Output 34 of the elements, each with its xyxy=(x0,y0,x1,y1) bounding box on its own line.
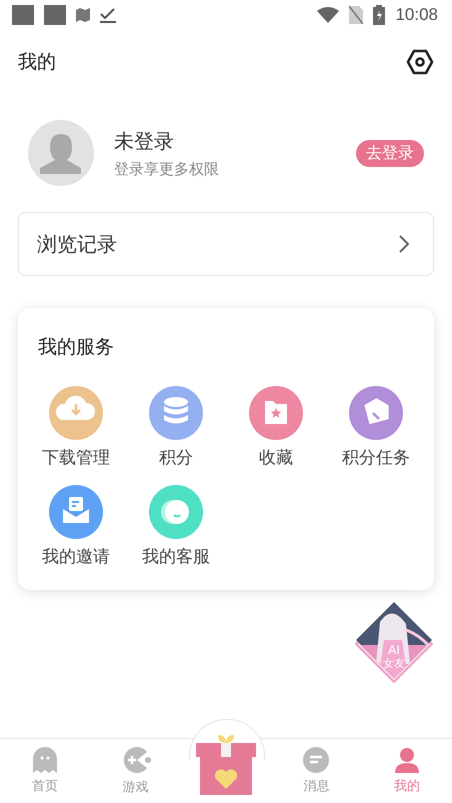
service-icon[interactable] xyxy=(49,386,103,440)
service-icon[interactable] xyxy=(49,485,103,539)
avatar-icon xyxy=(28,120,94,186)
service-label[interactable]: 积分 xyxy=(159,446,193,469)
notification-icon xyxy=(44,5,66,25)
history-label: 浏览记录 xyxy=(37,230,117,258)
service-label[interactable]: 下载管理 xyxy=(42,446,110,469)
badge-text: 女友 xyxy=(383,658,405,669)
service-icon[interactable] xyxy=(149,485,203,539)
services-title: 我的服务 xyxy=(38,336,114,358)
download-done-icon xyxy=(100,7,116,23)
page-title: 我的 xyxy=(18,50,56,75)
message-icon xyxy=(302,747,330,773)
user-name: 未登录 xyxy=(114,128,175,154)
wifi-icon xyxy=(317,7,340,23)
notification-icon xyxy=(12,5,34,25)
settings-icon[interactable] xyxy=(406,48,434,76)
profile-icon xyxy=(394,747,420,773)
service-icon[interactable] xyxy=(349,386,403,440)
service-label[interactable]: 我的客服 xyxy=(142,545,210,568)
history-card[interactable]: 浏览记录 xyxy=(18,212,434,276)
service-icon[interactable] xyxy=(149,386,203,440)
service-label[interactable]: 收藏 xyxy=(259,446,293,469)
ghost-icon xyxy=(33,747,58,773)
chevron-right-icon xyxy=(399,235,409,253)
status-time: 10:08 xyxy=(395,5,438,25)
user-subtitle: 登录享更多权限 xyxy=(114,160,220,178)
battery-icon xyxy=(373,5,386,25)
service-label[interactable]: 我的邀请 xyxy=(42,545,110,568)
badge-text: AI xyxy=(388,644,400,656)
service-icon[interactable] xyxy=(249,386,303,440)
no-sim-icon xyxy=(349,6,364,24)
service-label[interactable]: 积分任务 xyxy=(342,446,410,469)
map-icon xyxy=(76,8,90,22)
